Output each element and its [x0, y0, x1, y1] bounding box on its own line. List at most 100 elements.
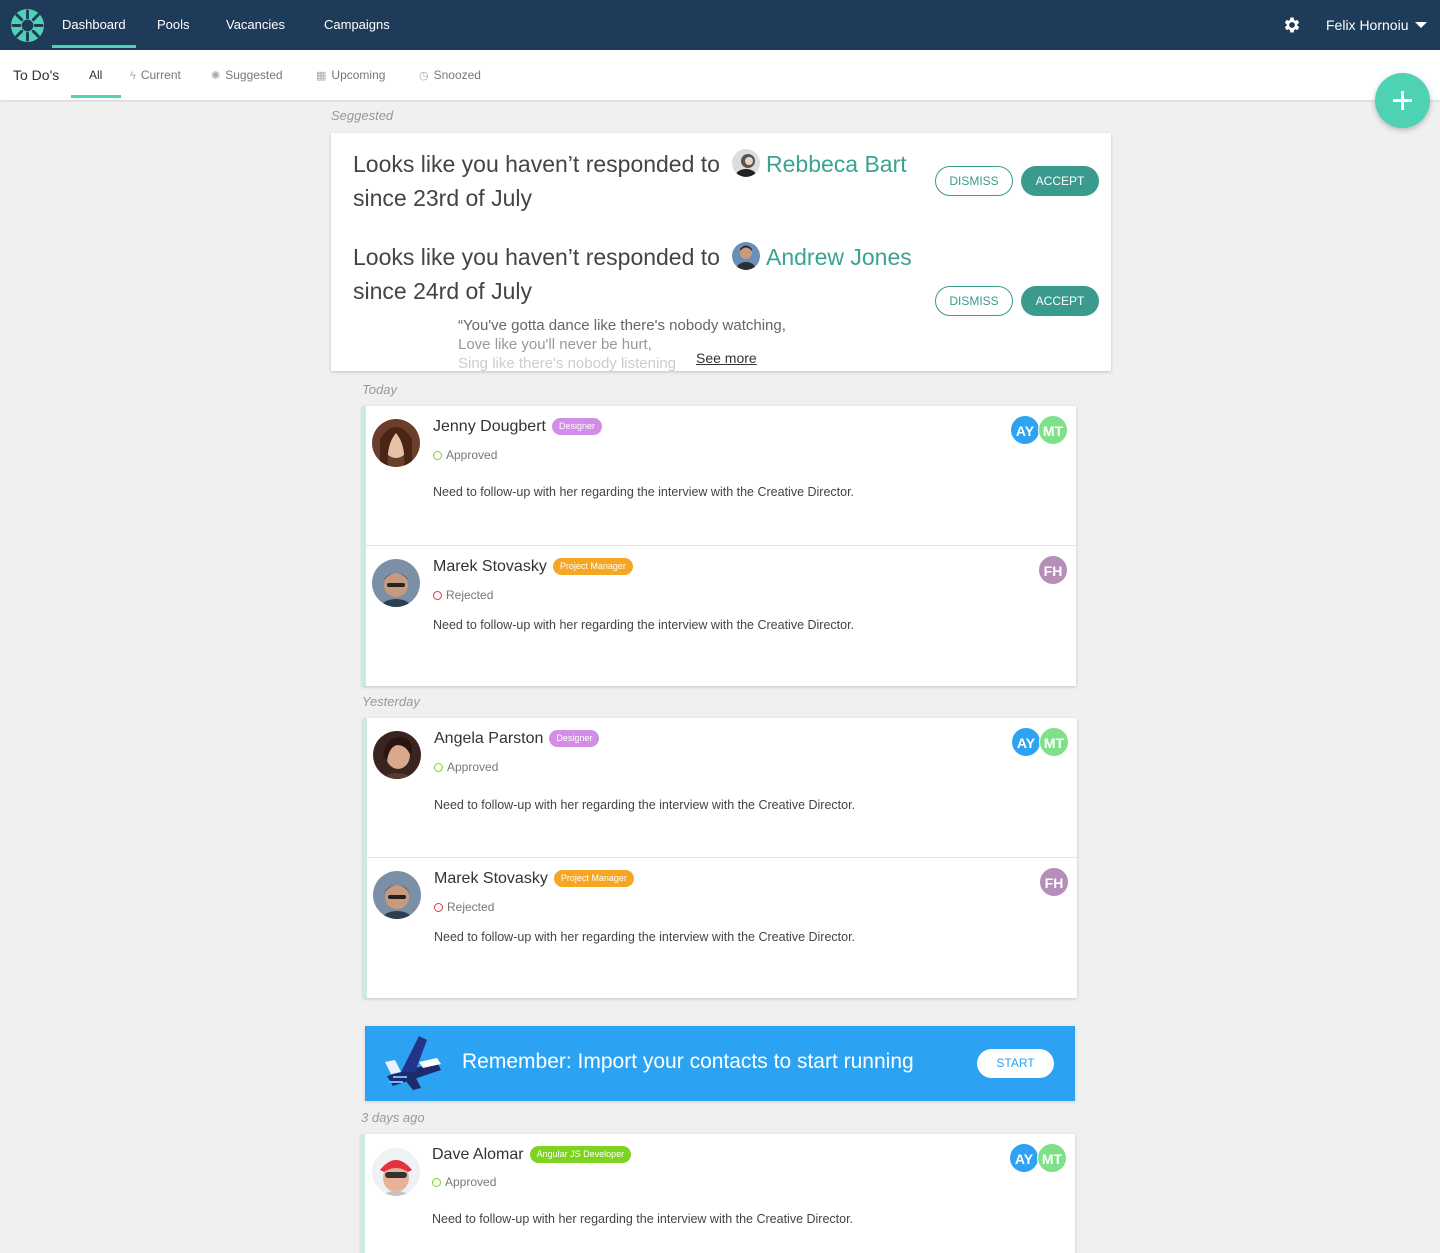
status-badge: Approved — [433, 448, 497, 462]
assignee-avatar[interactable]: MT — [1039, 727, 1069, 757]
nav-dashboard[interactable]: Dashboard — [52, 0, 136, 50]
suggestion-2-prefix: Looks like you haven’t responded to — [353, 244, 720, 270]
status-dot-icon — [432, 1178, 441, 1187]
today-group: Jenny Dougbert Designer Approved Need to … — [362, 406, 1076, 686]
list-item[interactable]: Dave Alomar Angular JS Developer Approved… — [365, 1134, 1075, 1253]
tab-label: Snoozed — [433, 68, 481, 82]
status-text: Approved — [447, 760, 499, 774]
accept-button[interactable]: ACCEPT — [1021, 166, 1099, 196]
list-item[interactable]: Marek Stovasky Project Manager Rejected N… — [367, 858, 1077, 998]
section-label-yesterday: Yesterday — [362, 694, 420, 709]
suggestions-card: Looks like you haven’t responded to Rebb… — [331, 133, 1111, 371]
tab-label: All — [89, 68, 103, 82]
candidate-name[interactable]: Dave Alomar Angular JS Developer — [432, 1146, 632, 1164]
tab-label: Current — [140, 68, 181, 82]
airplane-icon — [385, 1036, 441, 1090]
active-tab-indicator — [71, 95, 121, 98]
avatar — [372, 559, 420, 607]
candidate-name[interactable]: Angela Parston Designer — [434, 730, 600, 748]
todo-subnav: To Do's All ϟ Current ✺ Suggested ▦ Upcomin… — [0, 50, 1440, 100]
quote-line: Love like you'll never be hurt, — [458, 336, 652, 353]
status-dot-icon — [434, 763, 443, 772]
start-button[interactable]: START — [977, 1049, 1054, 1078]
subnav-title: To Do's — [13, 67, 60, 83]
assignee-avatar[interactable]: AY — [1010, 415, 1040, 445]
quote-line: “You've gotta dance like there's nobody … — [458, 317, 786, 334]
role-badge: Designer — [551, 418, 602, 435]
suggestion-1-since: since 23rd of July — [353, 185, 532, 211]
accept-button[interactable]: ACCEPT — [1021, 286, 1099, 316]
gear-icon[interactable] — [1282, 15, 1302, 35]
list-item[interactable]: Angela Parston Designer Approved Need to … — [367, 718, 1077, 858]
tab-current[interactable]: ϟ Current — [130, 50, 181, 100]
assignee-avatar[interactable]: MT — [1037, 1143, 1067, 1173]
status-text: Rejected — [447, 900, 495, 914]
suggestion-2-since: since 24rd of July — [353, 278, 532, 304]
nav-pools[interactable]: Pools — [157, 0, 190, 50]
assignee-avatar[interactable]: MT — [1038, 415, 1068, 445]
tab-label: Upcoming — [331, 68, 386, 82]
add-button[interactable] — [1375, 73, 1430, 128]
role-badge: Designer — [549, 730, 600, 747]
suggestion-1-prefix: Looks like you haven’t responded to — [353, 151, 720, 177]
list-item[interactable]: Jenny Dougbert Designer Approved Need to … — [366, 406, 1076, 546]
section-label-today: Today — [362, 382, 397, 397]
avatar — [372, 419, 420, 467]
name-text: Angela Parston — [434, 730, 544, 747]
status-text: Approved — [446, 448, 498, 462]
name-text: Dave Alomar — [432, 1146, 524, 1163]
candidate-name[interactable]: Marek Stovasky Project Manager — [434, 870, 634, 888]
todo-note: Need to follow-up with her regarding the… — [433, 485, 855, 499]
clock-icon: ◷ — [419, 70, 429, 82]
tab-snoozed[interactable]: ◷ Snoozed — [419, 50, 481, 100]
tab-upcoming[interactable]: ▦ Upcoming — [316, 50, 385, 100]
section-label-3-days-ago: 3 days ago — [361, 1110, 425, 1125]
todo-note: Need to follow-up with her regarding the… — [434, 930, 856, 944]
lightning-icon: ϟ — [130, 70, 136, 82]
user-menu-name[interactable]: Felix Hornoiu — [1326, 0, 1408, 50]
candidate-name[interactable]: Jenny Dougbert Designer — [433, 418, 602, 436]
name-text: Marek Stovasky — [434, 870, 548, 887]
suggestion-quote: “You've gotta dance like there's nobody … — [458, 316, 878, 371]
role-badge: Project Manager — [553, 870, 634, 887]
todo-note: Need to follow-up with her regarding the… — [433, 618, 855, 632]
role-badge: Project Manager — [552, 558, 633, 575]
status-text: Rejected — [446, 588, 494, 602]
tab-label: Suggested — [225, 68, 283, 82]
assignee-avatar[interactable]: FH — [1038, 555, 1068, 585]
assignee-avatar[interactable]: AY — [1011, 727, 1041, 757]
avatar — [373, 871, 421, 919]
import-contacts-banner: Remember: Import your contacts to start … — [365, 1026, 1075, 1101]
tab-suggested[interactable]: ✺ Suggested — [211, 50, 283, 100]
top-navbar: Dashboard Pools Vacancies Campaigns Feli… — [0, 0, 1440, 50]
suggestion-2-person[interactable]: Andrew Jones — [766, 240, 912, 274]
dismiss-button[interactable]: DISMISS — [935, 166, 1013, 196]
status-badge: Approved — [434, 760, 498, 774]
nav-vacancies[interactable]: Vacancies — [226, 0, 285, 50]
todo-note: Need to follow-up with her regarding the… — [432, 1212, 854, 1226]
see-more-link[interactable]: See more — [694, 350, 757, 366]
candidate-name[interactable]: Marek Stovasky Project Manager — [433, 558, 633, 576]
assignee-avatar[interactable]: AY — [1009, 1143, 1039, 1173]
list-item[interactable]: Marek Stovasky Project Manager Rejected N… — [366, 546, 1076, 686]
tab-all[interactable]: All — [89, 50, 102, 100]
status-badge: Rejected — [433, 588, 493, 602]
status-badge: Rejected — [434, 900, 494, 914]
suggestion-1-person[interactable]: Rebbeca Bart — [766, 147, 907, 181]
three-days-group: Dave Alomar Angular JS Developer Approved… — [361, 1134, 1075, 1253]
quote-line: Sing like there's nobody listening — [458, 355, 676, 371]
status-dot-icon — [434, 903, 443, 912]
status-dot-icon — [433, 451, 442, 460]
assignee-avatar[interactable]: FH — [1039, 867, 1069, 897]
role-badge: Angular JS Developer — [529, 1146, 632, 1163]
calendar-icon: ▦ — [316, 70, 327, 82]
section-label-suggested: Seggested — [331, 108, 394, 123]
nav-campaigns[interactable]: Campaigns — [324, 0, 390, 50]
caret-down-icon[interactable] — [1415, 22, 1427, 28]
dismiss-button[interactable]: DISMISS — [935, 286, 1013, 316]
name-text: Jenny Dougbert — [433, 418, 546, 435]
status-dot-icon — [433, 591, 442, 600]
avatar — [373, 731, 421, 779]
status-text: Approved — [445, 1175, 497, 1189]
logo-icon[interactable] — [10, 8, 45, 43]
